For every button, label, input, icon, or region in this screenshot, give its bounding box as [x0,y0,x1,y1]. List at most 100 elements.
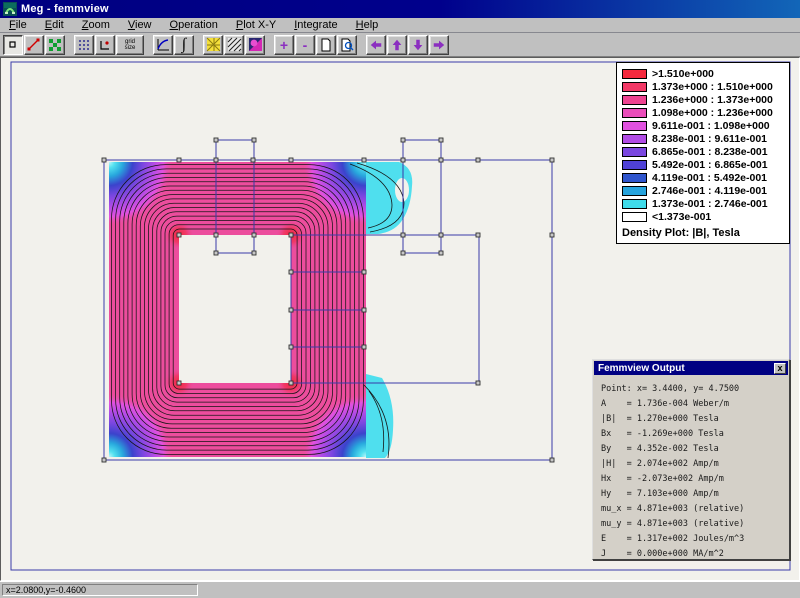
node-handle[interactable] [362,308,366,312]
node-handle[interactable] [550,233,554,237]
node-handle[interactable] [362,270,366,274]
node-handle[interactable] [289,158,293,162]
zoom-in-button[interactable]: + [274,35,294,55]
node-handle[interactable] [550,158,554,162]
node-handle[interactable] [362,345,366,349]
legend-row: 5.492e-001 : 6.865e-001 [622,158,786,171]
node-handle[interactable] [252,251,256,255]
menu-item-operation[interactable]: Operation [161,19,227,31]
legend-row: 1.098e+000 : 1.236e+000 [622,106,786,119]
legend-swatch [622,95,647,105]
output-line: By = 4.352e-002 Tesla [601,442,789,457]
bh-curve-icon [156,37,171,52]
mesh-icon [206,37,221,52]
node-handle[interactable] [401,251,405,255]
node-handle[interactable] [476,381,480,385]
node-handle[interactable] [252,138,256,142]
legend-row: 4.119e-001 : 5.492e-001 [622,171,786,184]
show-mesh-button[interactable] [203,35,223,55]
snap-to-grid-button[interactable] [95,35,115,55]
node-handle[interactable] [252,233,256,237]
node-handle[interactable] [439,138,443,142]
grid-size-label: grid size [125,39,136,51]
air-field-patches [366,162,412,458]
legend-swatch [622,199,647,209]
output-line: |B| = 1.270e+000 Tesla [601,412,789,427]
node-handle[interactable] [289,345,293,349]
node-handle[interactable] [102,158,106,162]
contour-plot-button[interactable] [224,35,244,55]
line-integral-button[interactable]: ∫ [174,35,194,55]
node-handle[interactable] [177,233,181,237]
drawing-area[interactable]: >1.510e+0001.373e+000 : 1.510e+0001.236e… [0,57,800,581]
grid-dots-icon [77,38,91,52]
menu-item-help[interactable]: Help [347,19,388,31]
menu-item-integrate[interactable]: Integrate [285,19,346,31]
zoom-extents-button[interactable] [316,35,336,55]
legend-label: 9.611e-001 : 1.098e+000 [652,120,770,132]
legend-swatch [622,69,647,79]
pan-up-button[interactable] [387,35,407,55]
show-grid-button[interactable] [74,35,94,55]
pan-left-button[interactable] [366,35,386,55]
menu-item-view[interactable]: View [119,19,161,31]
node-handle[interactable] [550,458,554,462]
menu-item-file[interactable]: File [0,19,36,31]
node-handle[interactable] [476,233,480,237]
node-handle[interactable] [289,233,293,237]
node-handle[interactable] [476,158,480,162]
menu-item-plot-x-y[interactable]: Plot X-Y [227,19,285,31]
pan-down-button[interactable] [408,35,428,55]
node-handle[interactable] [401,138,405,142]
snap-angle-icon [98,38,112,52]
title-bar[interactable]: Meg - femmview [0,0,800,18]
node-handle[interactable] [214,138,218,142]
node-handle[interactable] [102,458,106,462]
node-handle[interactable] [214,251,218,255]
node-handle[interactable] [251,158,255,162]
node-handle[interactable] [177,381,181,385]
contour-mode-button[interactable] [24,35,44,55]
node-handle[interactable] [177,158,181,162]
node-handle[interactable] [439,251,443,255]
node-handle[interactable] [401,158,405,162]
menu-bar: FileEditZoomViewOperationPlot X-YIntegra… [0,18,800,33]
legend-swatch [622,160,647,170]
legend-label: 6.865e-001 : 8.238e-001 [652,146,768,158]
red-line-icon [27,38,41,52]
output-line: mu_y = 4.871e+003 (relative) [601,517,789,532]
menu-item-edit[interactable]: Edit [36,19,73,31]
node-handle[interactable] [289,270,293,274]
grid-size-button[interactable]: grid size [116,35,144,55]
node-handle[interactable] [214,158,218,162]
zoom-window-button[interactable] [337,35,357,55]
legend-swatch [622,134,647,144]
node-handle[interactable] [362,158,366,162]
legend-row: 6.865e-001 : 8.238e-001 [622,145,786,158]
node-handle[interactable] [401,233,405,237]
legend-row: >1.510e+000 [622,67,786,80]
node-handle[interactable] [439,233,443,237]
node-handle[interactable] [214,233,218,237]
pan-right-button[interactable] [429,35,449,55]
bh-plot-button[interactable] [153,35,173,55]
legend-row: 8.238e-001 : 9.611e-001 [622,132,786,145]
legend-row: 1.236e+000 : 1.373e+000 [622,93,786,106]
output-line: J = 0.000e+000 MA/m^2 [601,547,789,562]
zoom-out-button[interactable]: - [295,35,315,55]
node-handle[interactable] [289,308,293,312]
point-icon [6,38,20,52]
block-mode-button[interactable] [45,35,65,55]
menu-item-zoom[interactable]: Zoom [73,19,119,31]
close-icon[interactable]: x [774,363,786,374]
point-mode-button[interactable] [3,35,23,55]
density-legend: >1.510e+0001.373e+000 : 1.510e+0001.236e… [616,62,790,244]
output-window-title-bar[interactable]: Femmview Output x [594,361,788,375]
node-handle[interactable] [289,381,293,385]
zoom-out-icon: - [303,39,308,51]
legend-label: 5.492e-001 : 6.865e-001 [652,159,768,171]
output-lines: Point: x= 3.4400, y= 4.7500A = 1.736e-00… [593,376,789,562]
legend-label: 1.373e-001 : 2.746e-001 [652,198,768,210]
density-plot-button[interactable] [245,35,265,55]
node-handle[interactable] [439,158,443,162]
